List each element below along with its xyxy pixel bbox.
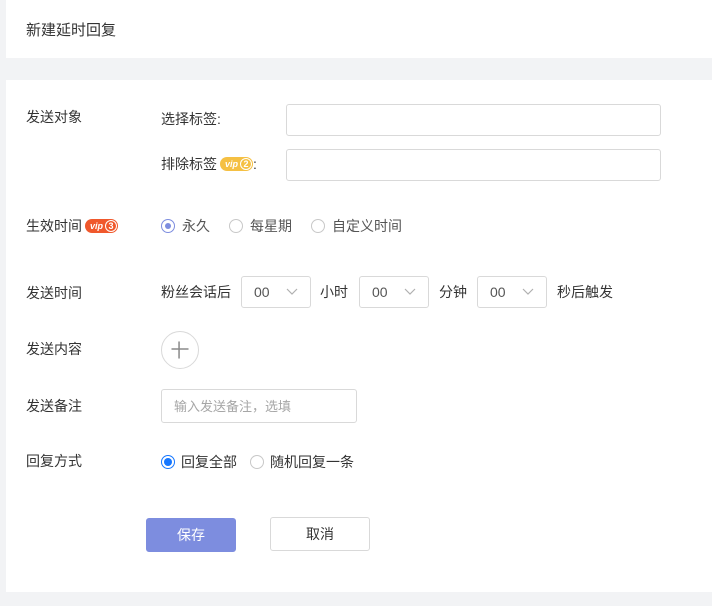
effective-option-custom[interactable]: 自定义时间: [311, 216, 402, 236]
vip-badge-text: vip: [90, 221, 104, 232]
send-time-label: 发送时间: [26, 285, 82, 301]
hours-select[interactable]: 00: [241, 276, 311, 308]
radio-label: 随机回复一条: [270, 454, 354, 470]
vip-badge: vip 3: [85, 219, 119, 234]
plus-icon: [171, 341, 189, 359]
radio-label: 回复全部: [181, 454, 237, 470]
exclude-tags-label: 排除标签: [161, 156, 217, 172]
seconds-select[interactable]: 00: [477, 276, 547, 308]
select-tags-input[interactable]: [286, 104, 661, 136]
vip-badge: vip 2: [220, 157, 254, 172]
note-input[interactable]: [161, 389, 357, 423]
vip-level: 3: [105, 220, 118, 233]
seconds-value: 00: [490, 284, 506, 300]
vip-badge-text: vip: [225, 159, 239, 170]
radio-checked-icon[interactable]: [161, 219, 175, 233]
exclude-tags-label-group: 排除标签 vip 2:: [161, 154, 257, 174]
minutes-value: 00: [372, 284, 388, 300]
effective-option-forever[interactable]: 永久: [161, 216, 210, 236]
seconds-unit: 秒后触发: [557, 284, 613, 300]
effective-option-weekly[interactable]: 每星期: [229, 216, 292, 236]
radio-label: 永久: [182, 218, 210, 234]
effective-time-label: 生效时间: [26, 218, 82, 234]
effective-time-label-group: 生效时间 vip 3: [26, 216, 119, 236]
hours-unit: 小时: [320, 284, 348, 300]
note-label: 发送备注: [26, 398, 82, 414]
radio-icon[interactable]: [311, 219, 325, 233]
minutes-select[interactable]: 00: [359, 276, 429, 308]
select-tags-label: 选择标签:: [161, 111, 221, 127]
cancel-button[interactable]: 取消: [270, 517, 370, 551]
radio-label: 每星期: [250, 218, 292, 234]
form-panel: 发送对象 选择标签: 排除标签 vip 2: 生效时间 vip 3 永久 每星期 自定义…: [6, 80, 712, 592]
add-content-button[interactable]: [161, 331, 199, 369]
save-button[interactable]: 保存: [146, 518, 236, 552]
chevron-down-icon: [286, 288, 298, 295]
reply-option-all[interactable]: 回复全部: [161, 452, 237, 472]
radio-checked-icon[interactable]: [161, 455, 175, 469]
vip-level: 2: [240, 158, 253, 171]
send-time-prefix: 粉丝会话后: [161, 284, 231, 300]
page-title: 新建延时回复: [26, 22, 117, 39]
chevron-down-icon: [404, 288, 416, 295]
minutes-unit: 分钟: [439, 284, 467, 300]
page-header: 新建延时回复: [6, 0, 712, 58]
content-label: 发送内容: [26, 341, 82, 357]
hours-value: 00: [254, 284, 270, 300]
target-label: 发送对象: [26, 109, 82, 125]
exclude-tags-input[interactable]: [286, 149, 661, 181]
radio-icon[interactable]: [229, 219, 243, 233]
chevron-down-icon: [522, 288, 534, 295]
reply-mode-label: 回复方式: [26, 453, 82, 469]
radio-icon[interactable]: [250, 455, 264, 469]
reply-option-random[interactable]: 随机回复一条: [250, 452, 354, 472]
exclude-tags-colon: :: [253, 156, 257, 172]
radio-label: 自定义时间: [332, 218, 402, 234]
